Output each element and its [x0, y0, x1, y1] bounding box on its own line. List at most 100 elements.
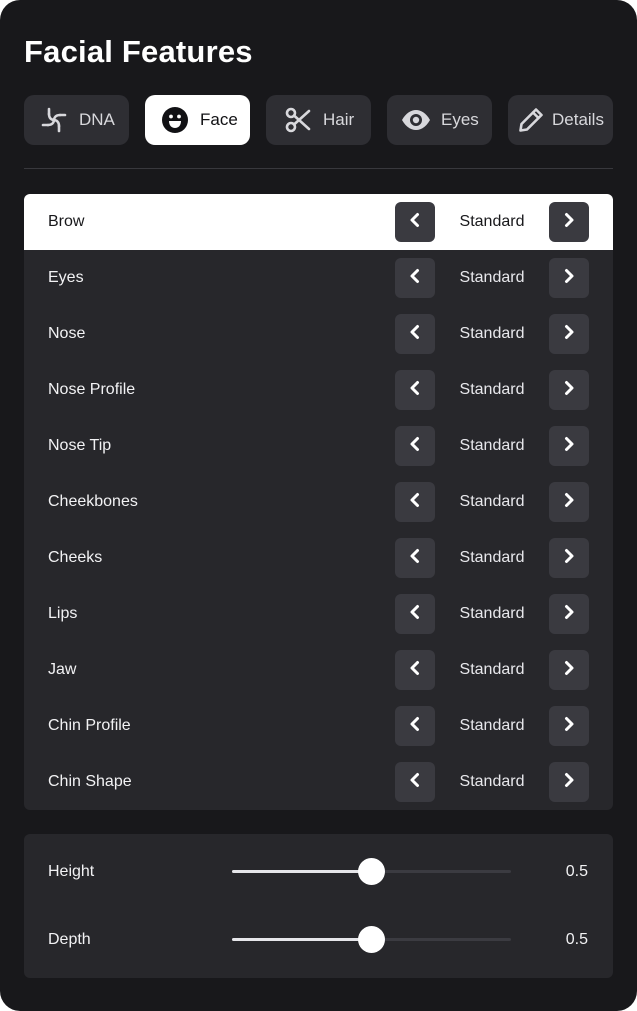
slider-value: 0.5	[565, 931, 588, 948]
feature-row-chin-shape[interactable]: Chin Shape Standard	[24, 754, 613, 810]
feature-value: Standard	[459, 549, 525, 566]
chevron-left-icon	[408, 492, 422, 513]
next-button[interactable]	[549, 202, 589, 242]
dna-icon	[39, 105, 69, 135]
tab-hair[interactable]: Hair	[266, 95, 371, 145]
chevron-right-icon	[562, 436, 576, 457]
chevron-right-icon	[562, 772, 576, 793]
chevron-right-icon	[562, 716, 576, 737]
tab-dna[interactable]: DNA	[24, 95, 129, 145]
scissors-icon	[283, 105, 313, 135]
tab-bar: DNA Face Hair Eyes Details	[24, 95, 614, 145]
slider-value: 0.5	[565, 863, 588, 880]
tab-eyes[interactable]: Eyes	[387, 95, 492, 145]
chevron-left-icon	[408, 380, 422, 401]
feature-row-nose-profile[interactable]: Nose Profile Standard	[24, 362, 613, 418]
feature-value: Standard	[459, 269, 525, 286]
chevron-right-icon	[562, 212, 576, 233]
prev-button[interactable]	[395, 762, 435, 802]
chevron-left-icon	[408, 716, 422, 737]
next-button[interactable]	[549, 370, 589, 410]
chevron-right-icon	[562, 660, 576, 681]
slider-row-height: Height 0.5	[24, 852, 613, 892]
feature-value: Standard	[459, 661, 525, 678]
chevron-right-icon	[562, 548, 576, 569]
feature-row-eyes[interactable]: Eyes Standard	[24, 250, 613, 306]
prev-button[interactable]	[395, 706, 435, 746]
feature-label: Nose Profile	[48, 381, 136, 398]
next-button[interactable]	[549, 258, 589, 298]
prev-button[interactable]	[395, 426, 435, 466]
feature-row-nose-tip[interactable]: Nose Tip Standard	[24, 418, 613, 474]
slider-label: Height	[48, 863, 95, 880]
prev-button[interactable]	[395, 370, 435, 410]
chevron-left-icon	[408, 772, 422, 793]
chevron-right-icon	[562, 492, 576, 513]
slider-thumb[interactable]	[358, 926, 385, 953]
feature-label: Brow	[48, 213, 85, 230]
feature-value: Standard	[459, 773, 525, 790]
feature-row-cheeks[interactable]: Cheeks Standard	[24, 530, 613, 586]
tab-hair-label: Hair	[323, 110, 355, 129]
slider-thumb[interactable]	[358, 858, 385, 885]
chevron-left-icon	[408, 660, 422, 681]
chevron-left-icon	[408, 268, 422, 289]
pencil-icon	[516, 105, 546, 135]
feature-value: Standard	[459, 717, 525, 734]
feature-value: Standard	[459, 437, 525, 454]
slider-label: Depth	[48, 931, 91, 948]
slider-fill	[232, 938, 372, 941]
prev-button[interactable]	[395, 314, 435, 354]
next-button[interactable]	[549, 482, 589, 522]
feature-row-chin-profile[interactable]: Chin Profile Standard	[24, 698, 613, 754]
feature-row-cheekbones[interactable]: Cheekbones Standard	[24, 474, 613, 530]
height-slider[interactable]	[232, 858, 511, 885]
feature-label: Chin Shape	[48, 773, 132, 790]
next-button[interactable]	[549, 538, 589, 578]
prev-button[interactable]	[395, 482, 435, 522]
prev-button[interactable]	[395, 594, 435, 634]
prev-button[interactable]	[395, 258, 435, 298]
face-smile-icon	[160, 105, 190, 135]
feature-label: Eyes	[48, 269, 84, 286]
next-button[interactable]	[549, 706, 589, 746]
divider	[24, 168, 613, 169]
feature-value: Standard	[459, 325, 525, 342]
feature-row-brow[interactable]: Brow Standard	[24, 194, 613, 250]
chevron-right-icon	[562, 268, 576, 289]
prev-button[interactable]	[395, 538, 435, 578]
tab-eyes-label: Eyes	[441, 110, 479, 129]
chevron-left-icon	[408, 604, 422, 625]
prev-button[interactable]	[395, 650, 435, 690]
tab-details-label: Details	[552, 110, 604, 129]
feature-value: Standard	[459, 381, 525, 398]
feature-row-nose[interactable]: Nose Standard	[24, 306, 613, 362]
feature-value: Standard	[459, 493, 525, 510]
facial-features-panel: Facial Features DNA Face Hair Eyes Detai…	[0, 0, 637, 1011]
feature-row-jaw[interactable]: Jaw Standard	[24, 642, 613, 698]
feature-label: Lips	[48, 605, 78, 622]
tab-face[interactable]: Face	[145, 95, 250, 145]
feature-value: Standard	[459, 605, 525, 622]
chevron-left-icon	[408, 548, 422, 569]
next-button[interactable]	[549, 650, 589, 690]
chevron-left-icon	[408, 436, 422, 457]
next-button[interactable]	[549, 426, 589, 466]
tab-face-label: Face	[200, 110, 238, 129]
next-button[interactable]	[549, 314, 589, 354]
tab-dna-label: DNA	[79, 110, 115, 129]
next-button[interactable]	[549, 762, 589, 802]
panel-title: Facial Features	[24, 34, 253, 69]
next-button[interactable]	[549, 594, 589, 634]
prev-button[interactable]	[395, 202, 435, 242]
chevron-right-icon	[562, 380, 576, 401]
tab-details[interactable]: Details	[508, 95, 613, 145]
feature-label: Jaw	[48, 661, 77, 678]
feature-label: Cheekbones	[48, 493, 138, 510]
feature-row-lips[interactable]: Lips Standard	[24, 586, 613, 642]
slider-fill	[232, 870, 372, 873]
feature-list: Brow Standard Eyes Standard Nose Standar…	[24, 194, 613, 810]
slider-panel: Height 0.5 Depth 0.5	[24, 834, 613, 978]
depth-slider[interactable]	[232, 926, 511, 953]
feature-label: Nose	[48, 325, 86, 342]
